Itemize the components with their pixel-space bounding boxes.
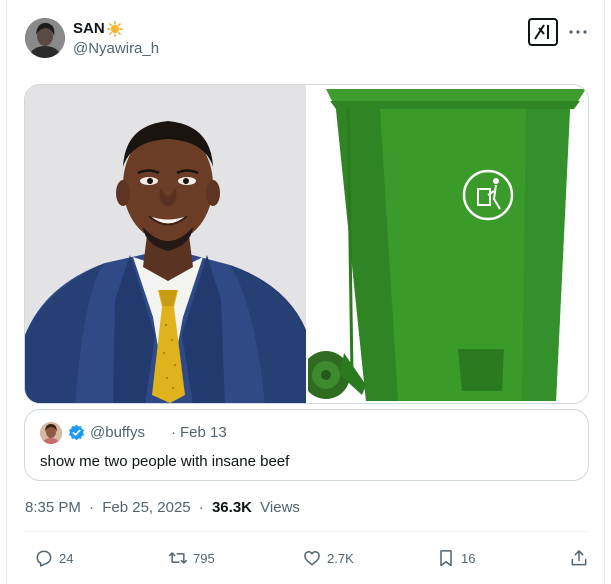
like-count: 2.7K <box>327 550 354 566</box>
post-header: SAN @Nyawira_h <box>25 17 590 61</box>
author-avatar[interactable] <box>25 18 65 58</box>
quoted-author-handle[interactable]: @buffys <box>90 424 145 442</box>
quoted-post[interactable]: @buffys · Feb 13 show me two people with… <box>24 409 589 481</box>
share-icon <box>571 550 587 566</box>
man-portrait-image <box>25 85 306 403</box>
trash-bin-image <box>308 85 588 403</box>
bookmark-icon <box>440 550 452 567</box>
post-card: SAN @Nyawira_h @buffys · Feb 13 show me … <box>6 0 605 584</box>
action-bar: 24 795 2.7K 16 <box>25 545 593 571</box>
quoted-date[interactable]: Feb 13 <box>180 424 227 442</box>
reply-icon <box>36 550 52 567</box>
repost-button[interactable]: 795 <box>168 545 215 571</box>
heart-icon <box>304 551 320 566</box>
grok-icon[interactable] <box>528 18 558 46</box>
author-names: SAN @Nyawira_h <box>73 19 159 59</box>
views-label: Views <box>260 499 300 516</box>
author-handle[interactable]: @Nyawira_h <box>73 39 159 59</box>
bookmark-button[interactable]: 16 <box>436 545 475 571</box>
meta-separator-2: · <box>198 499 204 516</box>
post-date[interactable]: Feb 25, 2025 <box>102 499 190 516</box>
verified-badge-icon <box>68 424 85 441</box>
media-image-left[interactable] <box>25 85 306 403</box>
reply-button[interactable]: 24 <box>34 545 73 571</box>
avatar-image <box>25 18 65 58</box>
reply-count: 24 <box>59 550 74 566</box>
quoted-separator: · <box>171 424 176 441</box>
author-display-name[interactable]: SAN <box>73 19 105 38</box>
media-image-right[interactable] <box>308 85 588 403</box>
repost-count: 795 <box>193 550 215 566</box>
quoted-author-avatar[interactable] <box>40 422 62 444</box>
more-icon[interactable] <box>568 22 588 42</box>
views-count: 36.3K <box>211 499 252 516</box>
like-button[interactable]: 2.7K <box>302 545 354 571</box>
repost-icon <box>168 552 188 564</box>
bookmark-count: 16 <box>461 550 476 566</box>
divider <box>24 531 590 532</box>
share-button[interactable] <box>569 545 589 571</box>
post-time[interactable]: 8:35 PM <box>25 499 81 516</box>
sun-emoji-icon <box>106 20 123 37</box>
meta-separator: · <box>89 499 95 516</box>
quoted-text: show me two people with insane beef <box>40 453 290 470</box>
media-grid <box>24 84 589 404</box>
post-meta: 8:35 PM · Feb 25, 2025 · 36.3K Views <box>25 498 300 518</box>
